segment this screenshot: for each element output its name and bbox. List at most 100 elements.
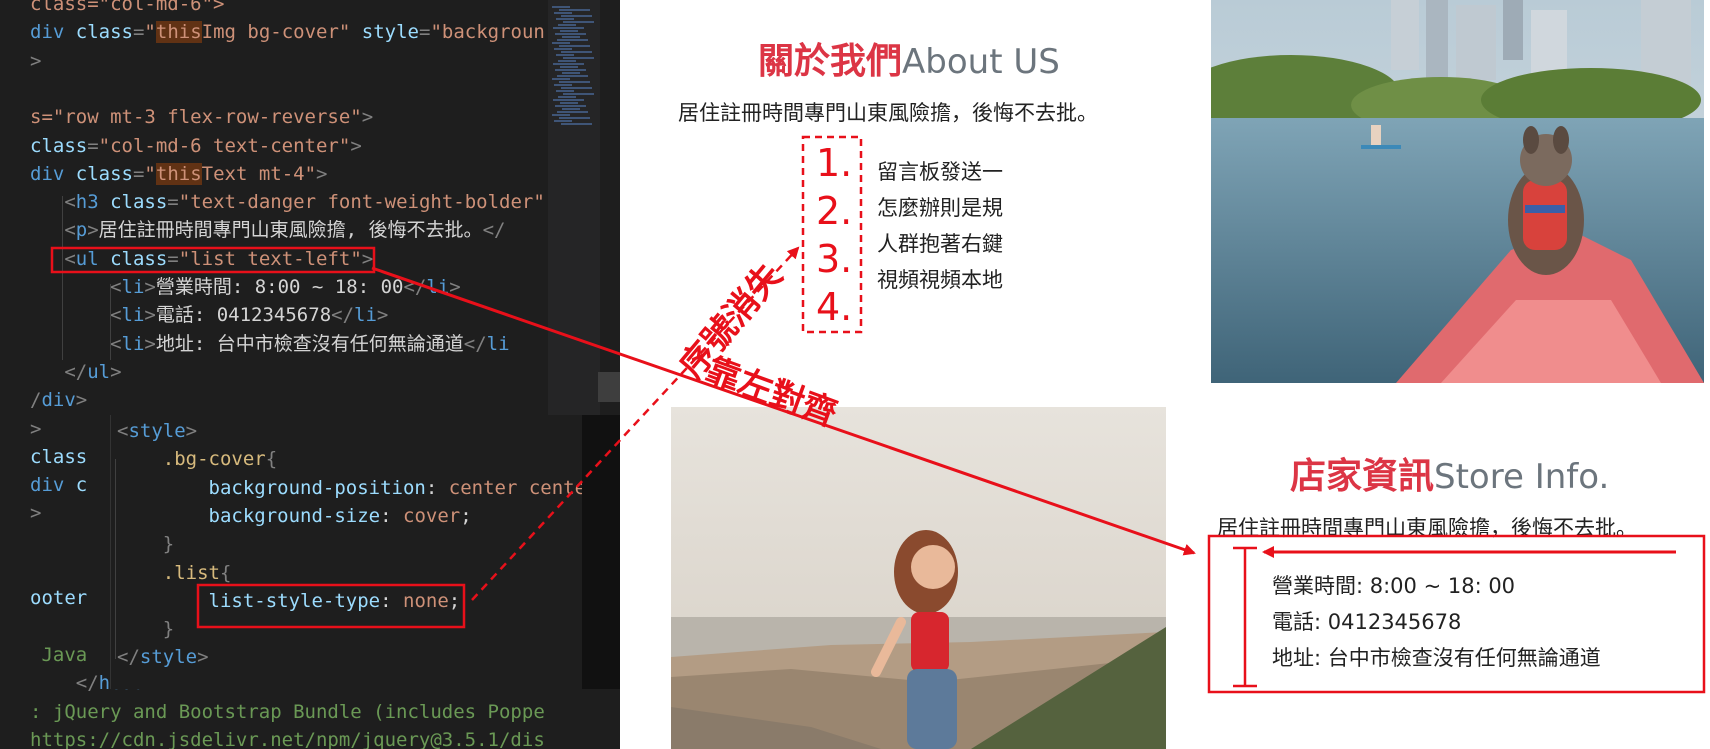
code-token: { [219, 561, 232, 584]
code-token: https://cdn.jsdelivr.net/npm/jquery@3.5.… [30, 728, 545, 749]
code-token: { [265, 448, 278, 471]
code-line[interactable]: <li>電話: 0412345678</li> [30, 301, 388, 329]
code-token: div [30, 21, 76, 44]
code-line[interactable]: : jQuery and Bootstrap Bundle (includes … [30, 698, 545, 726]
code-line[interactable]: <li>營業時間: 8:00 ~ 18: 00</li> [30, 273, 461, 301]
code-token: ul [75, 247, 111, 270]
minimap-line [563, 21, 594, 23]
code-token: 電話: 0412345678 [155, 304, 332, 327]
snippet-edge [582, 415, 620, 689]
code-line[interactable]: class [30, 443, 87, 471]
code-line[interactable]: class="col-md-6"> [30, 0, 224, 18]
code-line[interactable]: <h3 class="text-danger font-weight-bolde… [30, 188, 545, 216]
code-token: .bg-cover [117, 448, 266, 471]
code-token: Java [30, 643, 88, 666]
code-token: > [87, 219, 99, 242]
about-list-item: 視頻視頻本地 [877, 268, 1003, 292]
code-token: h3 [75, 191, 111, 214]
list-number: 3. [816, 237, 853, 281]
code-token: c [75, 474, 88, 497]
code-line[interactable]: <li>地址: 台中市檢查沒有任何無論通道</li [30, 330, 509, 358]
minimap-line [555, 33, 586, 35]
code-line[interactable]: class="col-md-6 text-center"> [30, 132, 362, 160]
code-token: class [110, 247, 168, 270]
code-token: </ [463, 332, 487, 355]
code-token: = [167, 191, 179, 214]
code-token: : [380, 504, 403, 527]
code-line[interactable]: } [117, 615, 174, 643]
minimap-line [562, 108, 580, 110]
code-token: 地址: 台中市檢查沒有任何無論通道 [155, 332, 464, 355]
code-token: li [121, 276, 145, 298]
minimap-line [563, 57, 594, 59]
code-token: = [167, 247, 179, 270]
minimap-line [561, 15, 592, 17]
code-token: > [361, 106, 374, 129]
minimap-line [555, 105, 586, 107]
code-line[interactable]: background-size: cover; [117, 502, 472, 530]
code-line[interactable]: > [30, 415, 41, 443]
code-token: < [117, 420, 129, 442]
code-line[interactable]: .bg-cover{ [117, 445, 277, 473]
minimap-line [560, 30, 578, 32]
code-token: " [144, 21, 156, 44]
code-line[interactable]: ooter [30, 584, 87, 612]
code-line[interactable]: </ul> [30, 358, 122, 386]
minimap-line [557, 111, 588, 113]
code-token: "backgroun [430, 21, 545, 44]
code-token: > [144, 304, 156, 327]
list-number: 1. [816, 141, 853, 185]
code-line[interactable]: div class="thisText mt-4"> [30, 160, 327, 188]
code-token: " [144, 162, 156, 185]
code-token: li [426, 276, 450, 298]
store-title: 店家資訊Store Info. [1290, 447, 1609, 499]
code-token: "list text-left" [178, 247, 362, 270]
code-line[interactable]: <p>居住註冊時間專門山東風險擔, 後悔不去批。</ [30, 216, 505, 244]
code-line[interactable]: https://cdn.jsdelivr.net/npm/jquery@3.5.… [30, 726, 545, 749]
minimap-line [559, 117, 590, 119]
code-line[interactable]: </style> [117, 643, 209, 671]
code-token: "text-danger font-weight-bolder" [178, 191, 545, 214]
code-line[interactable]: list-style-type: none; [117, 587, 461, 615]
scrollbar-thumb[interactable] [598, 372, 620, 402]
minimap-line [558, 60, 576, 62]
code-line[interactable]: <style> [117, 417, 197, 445]
minimap-line [552, 42, 570, 44]
code-line[interactable]: background-position: center cente [117, 474, 587, 502]
minimap-line [557, 39, 588, 41]
store-title-zh: 店家資訊 [1290, 456, 1435, 497]
code-line[interactable]: div class="thisImg bg-cover" style="back… [30, 18, 545, 46]
code-line[interactable]: s="row mt-3 flex-row-reverse"> [30, 103, 373, 131]
code-line[interactable]: <ul class="list text-left"> [30, 245, 373, 273]
code-line[interactable]: /div> [30, 386, 87, 414]
code-editor-panel[interactable]: class="col-md-6"> div class="thisImg bg-c… [0, 0, 620, 749]
minimap-line [552, 114, 570, 116]
code-line[interactable]: > [30, 47, 41, 75]
code-line[interactable]: } [117, 530, 174, 558]
code-line[interactable]: .list{ [117, 559, 232, 587]
about-list-item: 留言板發送一 [877, 160, 1003, 184]
minimap-line [553, 27, 584, 29]
code-token: Img bg-cover" [201, 21, 362, 44]
code-token: none [403, 589, 449, 612]
code-token: li [121, 332, 145, 355]
minimap-line [552, 6, 570, 8]
code-line[interactable]: > [30, 499, 41, 527]
code-token: class [30, 445, 88, 468]
code-token: class [110, 191, 168, 214]
indent-guide [62, 196, 63, 360]
code-token: div [41, 389, 76, 412]
store-title-en: Store Info. [1434, 457, 1610, 497]
minimap-line [562, 72, 580, 74]
code-line[interactable]: Java [30, 641, 87, 669]
code-token: < [30, 219, 76, 242]
minimap-line [559, 45, 590, 47]
code-token: > [110, 360, 122, 383]
minimap-line [554, 120, 572, 122]
code-token: Text mt-4" [201, 162, 317, 185]
about-title-zh: 關於我們 [758, 41, 903, 82]
code-token: ooter [30, 587, 88, 610]
code-token: > [30, 502, 42, 525]
code-line[interactable]: div c [30, 471, 87, 499]
minimap[interactable] [548, 0, 600, 420]
